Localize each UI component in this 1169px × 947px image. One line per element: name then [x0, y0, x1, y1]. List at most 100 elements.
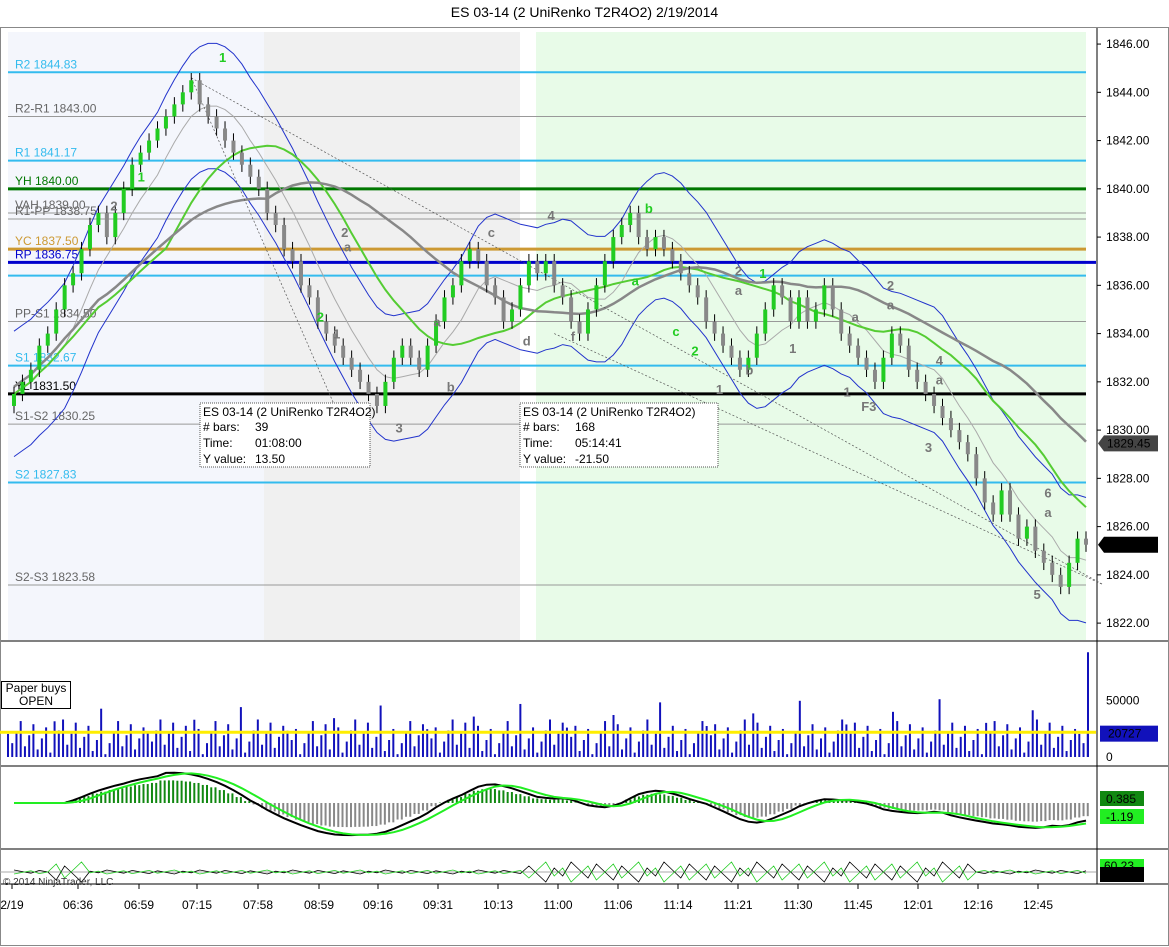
price-tick-label-9: 1828.00 — [1106, 471, 1150, 485]
bar-body-94 — [805, 297, 810, 322]
price-tick-label-8: 1830.00 — [1106, 423, 1150, 437]
bar-body-67 — [577, 321, 582, 334]
swing-label-13: f — [571, 329, 576, 344]
bar-body-80 — [687, 273, 692, 286]
bar-body-117 — [999, 490, 1004, 515]
swing-label-32: 6 — [1044, 486, 1051, 501]
bar-body-101 — [864, 357, 869, 370]
bar-body-107 — [915, 369, 920, 382]
bar-body-83 — [712, 321, 717, 334]
bar-body-63 — [543, 261, 548, 274]
bar-body-123 — [1050, 562, 1055, 575]
price-tick-label-4: 1838.00 — [1106, 230, 1150, 244]
bar-body-7 — [71, 273, 76, 286]
bar-body-20 — [180, 92, 185, 105]
bar-body-24 — [214, 116, 219, 129]
bar-body-35 — [307, 285, 312, 298]
volume-panel: 50000 0 20727 — [0, 652, 1158, 764]
swing-label-20: b — [745, 363, 753, 378]
bar-body-102 — [872, 369, 877, 382]
swing-label-17: 2 — [691, 343, 698, 358]
time-tick-label-15: 12:01 — [903, 898, 933, 912]
bar-body-88 — [754, 333, 759, 358]
time-tick-label-7: 09:31 — [423, 898, 453, 912]
bar-body-103 — [881, 357, 886, 382]
bar-body-17 — [155, 128, 160, 141]
swing-label-25: 1 — [843, 384, 850, 399]
bar-body-31 — [273, 212, 278, 226]
swing-label-30: a — [936, 372, 944, 387]
tooltip-title-0: ES 03-14 (2 UniRenko T2R4O2) — [203, 405, 376, 419]
time-tick-label-11: 11:14 — [663, 898, 692, 912]
price-tick-label-1: 1844.00 — [1106, 85, 1150, 99]
bar-body-65 — [560, 285, 565, 298]
current-price-label: 1825.25 — [1107, 538, 1151, 552]
bar-body-110 — [940, 405, 945, 419]
time-tick-label-3: 07:15 — [182, 898, 212, 912]
price-tick-label-0: 1846.00 — [1106, 37, 1150, 51]
macd-label-0: 0.385 — [1106, 792, 1136, 806]
swing-label-26: 2 — [887, 278, 894, 293]
price-tick-label-7: 1832.00 — [1106, 375, 1150, 389]
tooltip-k1-1: # bars: — [523, 420, 560, 434]
level-label-2: R1 1841.17 — [15, 146, 77, 160]
bar-body-18 — [163, 116, 168, 129]
bar-body-70 — [602, 261, 607, 286]
oscillator-panel: 60.2339.77 — [0, 859, 1144, 883]
bar-body-27 — [239, 152, 244, 165]
bar-body-73 — [628, 212, 633, 226]
swing-label-5: 2 — [317, 310, 324, 325]
time-tick-label-16: 12:16 — [963, 898, 993, 912]
time-tick-label-9: 11:00 — [543, 898, 572, 912]
bar-body-98 — [839, 309, 844, 334]
bar-body-10 — [96, 212, 101, 226]
bar-body-55 — [476, 249, 481, 262]
bar-body-1 — [20, 381, 25, 394]
bar-body-6 — [62, 285, 67, 310]
bar-body-5 — [54, 309, 59, 334]
bar-body-57 — [493, 285, 498, 298]
bar-body-120 — [1024, 526, 1029, 539]
bar-body-29 — [256, 176, 261, 189]
bar-body-77 — [661, 237, 666, 250]
bar-body-23 — [206, 104, 211, 117]
bar-body-43 — [374, 393, 379, 406]
swing-label-10: c — [488, 225, 495, 240]
bar-body-119 — [1016, 514, 1021, 539]
swing-label-24: a — [852, 310, 860, 325]
swing-label-12: d — [523, 334, 531, 349]
bar-body-44 — [383, 381, 388, 406]
paper-label-line2: OPEN — [18, 694, 53, 708]
bar-body-104 — [889, 333, 894, 358]
bar-body-9 — [87, 225, 92, 250]
bar-body-2 — [28, 369, 33, 382]
level-label-10: S1 1832.67 — [15, 351, 77, 365]
signal-line — [14, 772, 1087, 836]
macd-panel: 0.385 -1.19 — [14, 771, 1144, 837]
bar-body-14 — [130, 164, 135, 189]
bar-body-121 — [1033, 526, 1038, 551]
swing-label-31: 3 — [925, 440, 932, 455]
bar-body-51 — [442, 297, 447, 322]
time-tick-label-10: 11:06 — [603, 898, 632, 912]
bar-body-49 — [425, 345, 430, 370]
swing-label-4: a — [344, 240, 352, 255]
volume-current: 20727 — [1108, 727, 1142, 741]
bar-body-69 — [594, 285, 599, 310]
ninjatrader-chart[interactable]: R2 1844.83 R2-R1 1843.00 R1 1841.17 YH 1840… — [0, 0, 1169, 947]
bar-body-90 — [771, 285, 776, 310]
swing-label-1: 1 — [138, 170, 145, 185]
price-axis: 1846.00 1844.00 1842.00 1840.00 1838.00 1836.… — [1097, 37, 1158, 630]
tooltip-k1-0: # bars: — [203, 420, 240, 434]
bar-body-95 — [813, 309, 818, 322]
level-label-14: S2-S3 1823.58 — [15, 570, 95, 584]
tooltip-k3-0: Y value: — [203, 452, 246, 466]
swing-label-19: a — [735, 283, 743, 298]
level-label-13: S2 1827.83 — [15, 467, 77, 481]
time-tick-label-17: 12:45 — [1023, 898, 1053, 912]
bar-body-127 — [1084, 538, 1088, 545]
bar-body-34 — [298, 261, 303, 286]
bar-body-99 — [847, 333, 852, 346]
bar-body-82 — [704, 297, 709, 322]
bar-body-59 — [510, 309, 515, 322]
